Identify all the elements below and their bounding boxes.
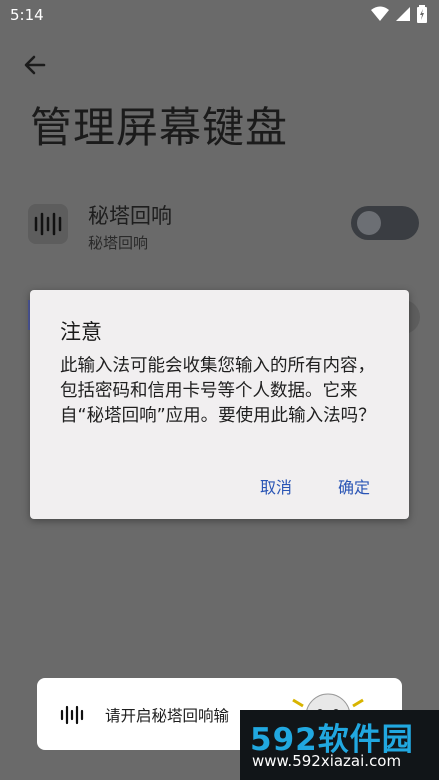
dialog-title: 注意 bbox=[60, 320, 102, 344]
sound-wave-icon bbox=[34, 212, 62, 236]
wifi-icon bbox=[371, 6, 389, 21]
permission-dialog: 注意 此输入法可能会收集您输入的所有内容，包括密码和信用卡号等个人数据。它来自“… bbox=[30, 290, 409, 519]
keyboard-item-row[interactable]: 秘塔回响 秘塔回响 bbox=[0, 190, 439, 260]
keyboard-name: 秘塔回响 bbox=[88, 204, 172, 228]
keyboard-subtitle: 秘塔回响 bbox=[88, 234, 149, 252]
watermark-url: www.592xiazai.com bbox=[252, 752, 402, 770]
status-time: 5:14 bbox=[10, 6, 44, 24]
status-bar: 5:14 bbox=[0, 0, 439, 32]
toast-text: 请开启秘塔回响输 bbox=[105, 707, 230, 725]
dialog-message: 此输入法可能会收集您输入的所有内容，包括密码和信用卡号等个人数据。它来自“秘塔回… bbox=[60, 356, 376, 426]
page-title: 管理屏幕键盘 bbox=[30, 103, 289, 152]
signal-icon bbox=[396, 7, 410, 21]
confirm-button[interactable]: 确定 bbox=[338, 474, 370, 498]
arrow-left-icon[interactable] bbox=[20, 50, 50, 80]
battery-icon bbox=[417, 5, 427, 23]
status-icons bbox=[371, 5, 427, 23]
cancel-button[interactable]: 取消 bbox=[260, 474, 292, 498]
app-icon bbox=[28, 204, 68, 244]
sound-wave-icon bbox=[60, 705, 84, 725]
watermark: 592软件园 www.592xiazai.com bbox=[240, 710, 439, 780]
keyboard-toggle[interactable] bbox=[351, 206, 419, 240]
toggle-knob bbox=[357, 211, 381, 235]
